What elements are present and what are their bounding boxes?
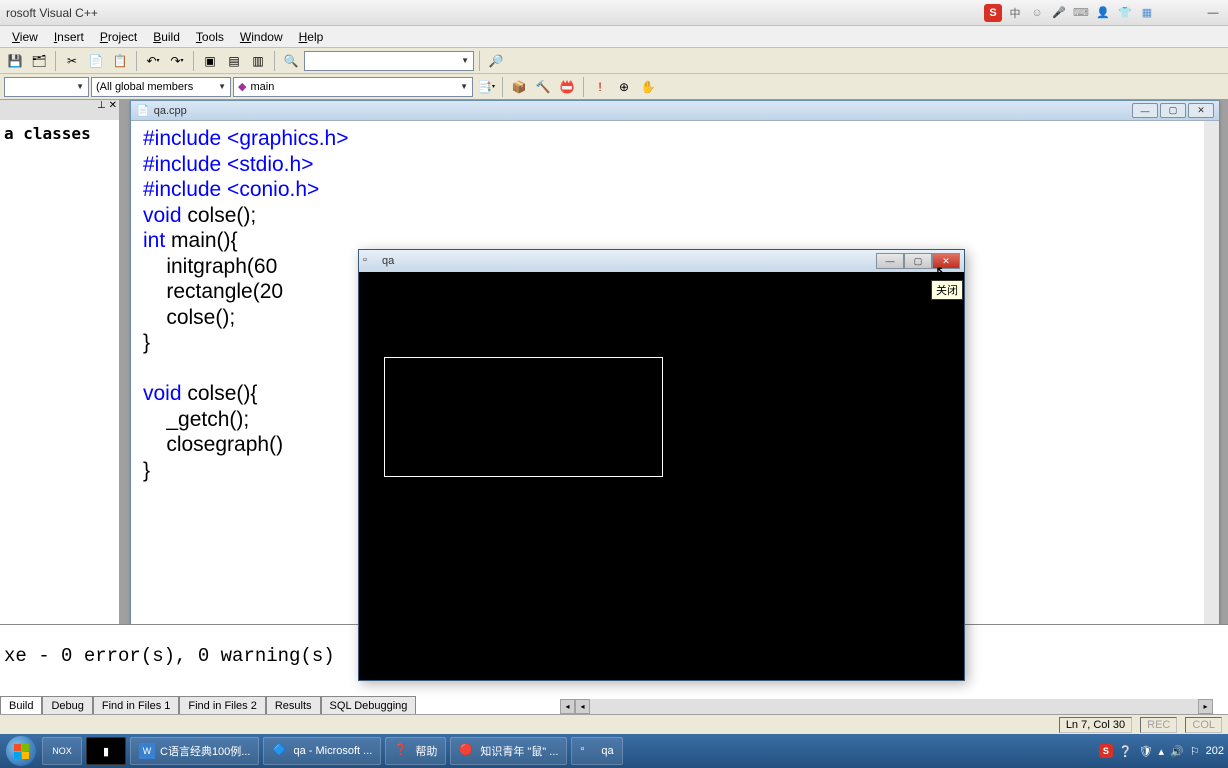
output-icon[interactable]: ▤	[223, 50, 245, 72]
tab-results[interactable]: Results	[266, 696, 321, 714]
status-position: Ln 7, Col 30	[1059, 717, 1132, 733]
output-tabs: Build Debug Find in Files 1 Find in File…	[0, 696, 416, 714]
console-titlebar[interactable]: ▫ qa — ▢ ✕	[359, 250, 964, 272]
console-app-icon: ▫	[363, 254, 377, 268]
tray-ime-icon[interactable]: S	[1099, 744, 1113, 758]
menu-bar: View Insert Project Build Tools Window H…	[0, 26, 1228, 48]
search-icon[interactable]: 🔎	[485, 50, 507, 72]
find-combo[interactable]: ▼	[304, 51, 474, 71]
breakpoint-icon[interactable]: ⊕	[613, 76, 635, 98]
task-help[interactable]: ❓帮助	[385, 737, 446, 765]
emoji-icon[interactable]: ☺	[1028, 4, 1046, 22]
keyboard-icon[interactable]: ⌨	[1072, 4, 1090, 22]
grid-icon[interactable]: ▦	[1138, 4, 1156, 22]
save-icon[interactable]: 💾	[4, 50, 26, 72]
tab-find1[interactable]: Find in Files 1	[93, 696, 179, 714]
shirt-icon[interactable]: 👕	[1116, 4, 1134, 22]
menu-help[interactable]: Help	[291, 28, 332, 46]
mouse-cursor-icon: ↖	[935, 262, 948, 282]
console-min-icon[interactable]: —	[876, 253, 904, 269]
task-qa[interactable]: ▫qa	[571, 737, 622, 765]
taskbar: NOX ▮ WC语言经典100例... 🔷qa - Microsoft ... …	[0, 734, 1228, 768]
build-icon[interactable]: 📦	[508, 76, 530, 98]
tray-up-icon[interactable]: ▴	[1159, 745, 1165, 758]
editor-max-icon[interactable]: ▢	[1160, 103, 1186, 118]
editor-min-icon[interactable]: —	[1132, 103, 1158, 118]
mic-icon[interactable]: 🎤	[1050, 4, 1068, 22]
cut-icon[interactable]: ✂	[61, 50, 83, 72]
tray-shield-icon[interactable]: 🛡	[1139, 745, 1153, 758]
menu-project[interactable]: Project	[92, 28, 145, 46]
tray-time[interactable]: 202	[1206, 745, 1224, 757]
go-icon[interactable]: !	[589, 76, 611, 98]
hand-icon[interactable]: ✋	[637, 76, 659, 98]
ime-icon[interactable]: S	[984, 4, 1002, 22]
func-combo[interactable]: ◆main▼	[233, 77, 473, 97]
tab-sql[interactable]: SQL Debugging	[321, 696, 417, 714]
redo-icon[interactable]: ↷▾	[166, 50, 188, 72]
status-col: COL	[1185, 717, 1222, 733]
stop-build-icon[interactable]: 📛	[556, 76, 578, 98]
drawn-rectangle	[384, 357, 663, 477]
menu-tools[interactable]: Tools	[188, 28, 232, 46]
status-rec: REC	[1140, 717, 1177, 733]
save-all-icon[interactable]: 🗂	[28, 50, 50, 72]
editor-close-icon[interactable]: ✕	[1188, 103, 1214, 118]
undo-icon[interactable]: ↶▾	[142, 50, 164, 72]
scope-combo[interactable]: (All global members▼	[91, 77, 231, 97]
start-button[interactable]	[4, 737, 38, 765]
console-canvas	[359, 272, 964, 680]
user-icon[interactable]: 👤	[1094, 4, 1112, 22]
class-tree[interactable]: a classes	[0, 120, 119, 686]
title-bar: rosoft Visual C++ S 中 ☺ 🎤 ⌨ 👤 👕 ▦ —	[0, 0, 1228, 26]
task-chrome[interactable]: 🔴知识青年 "鼠" ...	[450, 737, 567, 765]
minimize-icon[interactable]: —	[1204, 4, 1222, 22]
panel-close-icon[interactable]: ⊥ ✕	[97, 100, 117, 120]
editor-titlebar[interactable]: 📄 qa.cpp — ▢ ✕	[131, 101, 1219, 121]
editor-filename: qa.cpp	[154, 105, 187, 117]
system-tray[interactable]: S ❔ 🛡 ▴ 🔊 ⚐ 202	[1099, 744, 1224, 758]
console-max-icon[interactable]: ▢	[904, 253, 932, 269]
copy-icon[interactable]: 📄	[85, 50, 107, 72]
console-title: qa	[382, 255, 394, 267]
menu-view[interactable]: View	[4, 28, 46, 46]
task-vc[interactable]: 🔷qa - Microsoft ...	[263, 737, 381, 765]
console-window[interactable]: ▫ qa — ▢ ✕	[358, 249, 965, 681]
task-cmd[interactable]: ▮	[86, 737, 126, 765]
dialog-icon[interactable]: ▥	[247, 50, 269, 72]
compile-icon[interactable]: 🔨	[532, 76, 554, 98]
ime-lang[interactable]: 中	[1006, 4, 1024, 22]
tray-flag-icon[interactable]: ⚐	[1190, 745, 1200, 758]
menu-window[interactable]: Window	[232, 28, 291, 46]
action-icon[interactable]: 📑▾	[475, 76, 497, 98]
tab-build[interactable]: Build	[0, 696, 42, 714]
output-scrollbar[interactable]: ◂◂▸	[560, 699, 1213, 714]
class-view-panel: ⊥ ✕ a classes V... 📄FileView	[0, 100, 120, 708]
toolbar-main: 💾 🗂 ✂ 📄 📋 ↶▾ ↷▾ ▣ ▤ ▥ 🔍 ▼ 🔎	[0, 48, 1228, 74]
paste-icon[interactable]: 📋	[109, 50, 131, 72]
menu-build[interactable]: Build	[145, 28, 188, 46]
tray-volume-icon[interactable]: 🔊	[1170, 745, 1184, 758]
file-icon: 📄	[136, 104, 150, 117]
task-nox[interactable]: NOX	[42, 737, 82, 765]
toolbar-wizbar: ▼ (All global members▼ ◆main▼ 📑▾ 📦 🔨 📛 !…	[0, 74, 1228, 100]
find-icon[interactable]: 🔍	[280, 50, 302, 72]
task-wps[interactable]: WC语言经典100例...	[130, 737, 259, 765]
app-title: rosoft Visual C++	[6, 6, 98, 20]
menu-insert[interactable]: Insert	[46, 28, 92, 46]
tray-help-icon[interactable]: ❔	[1119, 745, 1133, 758]
workspace-icon[interactable]: ▣	[199, 50, 221, 72]
panel-header: ⊥ ✕	[0, 100, 119, 120]
tab-debug[interactable]: Debug	[42, 696, 92, 714]
close-tooltip: 关闭	[931, 280, 963, 300]
editor-scrollbar-v[interactable]	[1204, 121, 1219, 692]
tab-find2[interactable]: Find in Files 2	[179, 696, 265, 714]
status-bar: Ln 7, Col 30 REC COL	[0, 714, 1228, 734]
class-combo[interactable]: ▼	[4, 77, 89, 97]
